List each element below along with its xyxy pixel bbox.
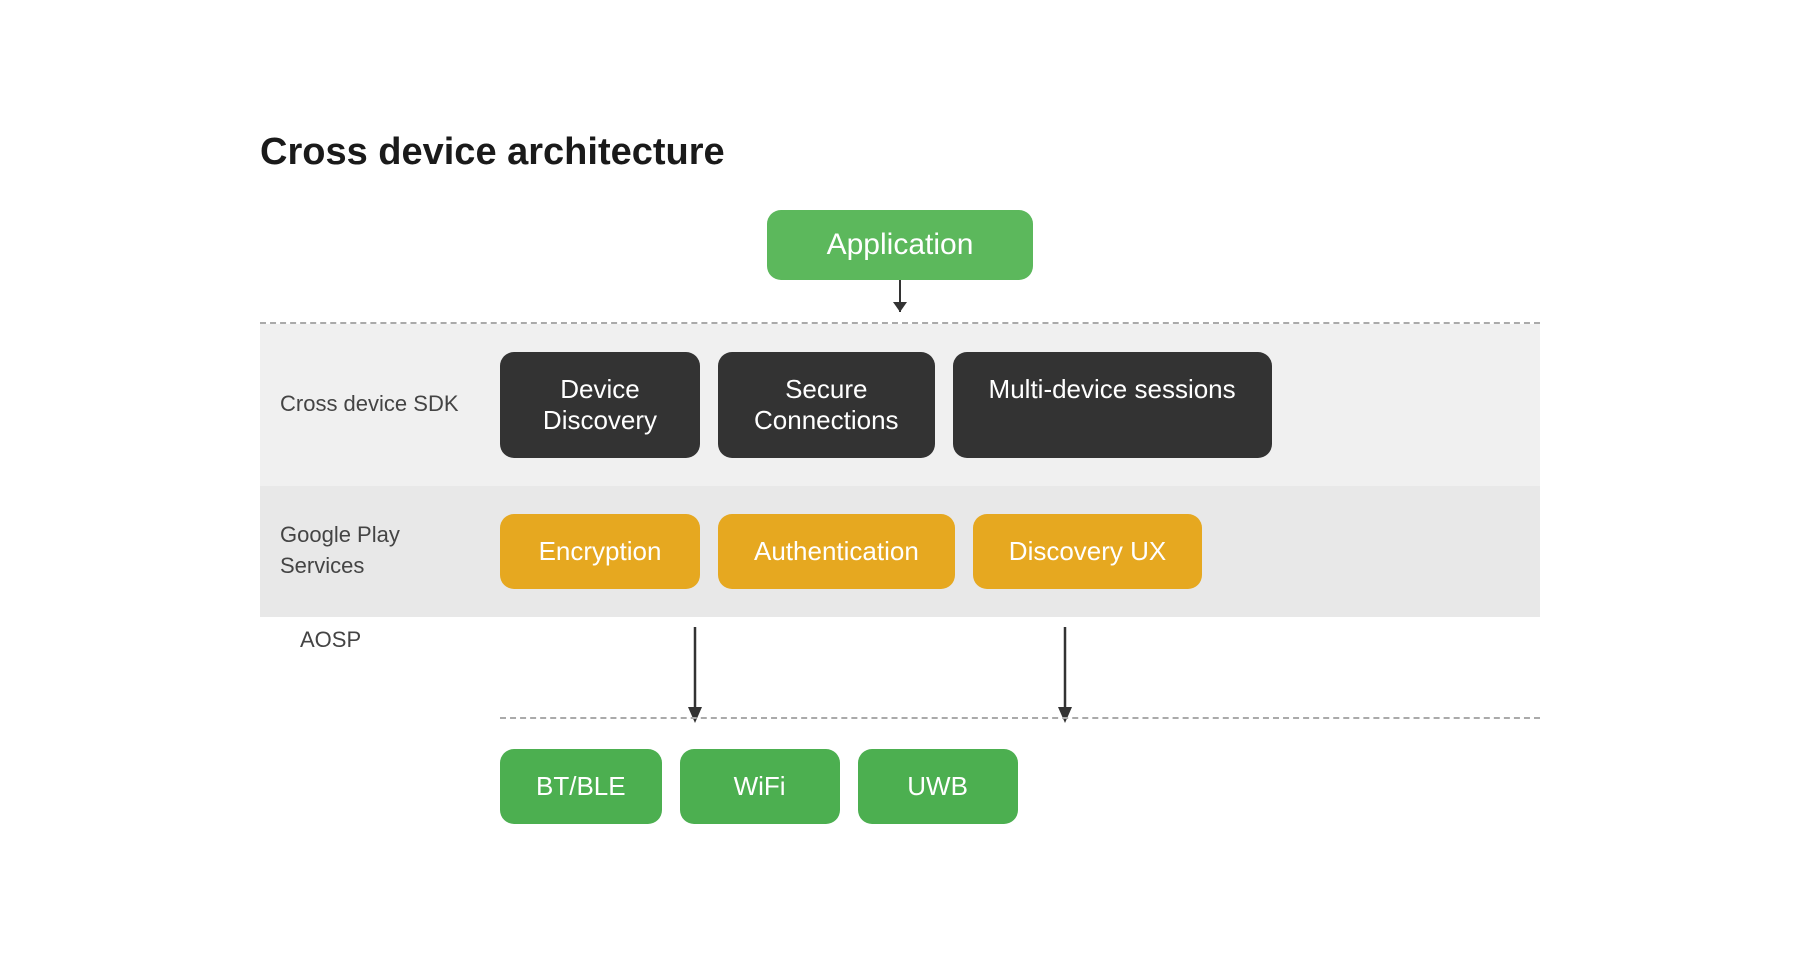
aosp-label-area: AOSP <box>260 627 480 653</box>
architecture-wrapper: Application Cross device SDK Device Disc… <box>260 210 1540 824</box>
app-to-sdk-arrow <box>899 280 901 312</box>
secure-connections-box: Secure Connections <box>718 352 935 458</box>
encryption-box: Encryption <box>500 514 700 589</box>
application-section: Application <box>767 210 1034 322</box>
aosp-section-label: AOSP <box>280 627 500 653</box>
bottom-dashed-line <box>500 717 1540 719</box>
sdk-section-label: Cross device SDK <box>260 389 480 420</box>
diagram-container: Cross device architecture Application Cr… <box>200 91 1600 864</box>
discovery-ux-box: Discovery UX <box>973 514 1202 589</box>
multi-device-sessions-box: Multi-device sessions <box>953 352 1272 458</box>
gps-section: Google Play Services Encryption Authenti… <box>260 486 1540 617</box>
aosp-boxes-container: BT/BLE WiFi UWB <box>500 749 1018 824</box>
aosp-section: AOSP BT/BLE WiFi UWB <box>260 617 1540 824</box>
application-box: Application <box>767 210 1034 280</box>
wifi-box: WiFi <box>680 749 840 824</box>
device-discovery-box: Device Discovery <box>500 352 700 458</box>
page-title: Cross device architecture <box>260 131 1540 174</box>
authentication-box: Authentication <box>718 514 955 589</box>
uwb-box: UWB <box>858 749 1018 824</box>
gps-section-label: Google Play Services <box>260 520 480 582</box>
bt-ble-box: BT/BLE <box>500 749 662 824</box>
sdk-section: Cross device SDK Device Discovery Secure… <box>260 324 1540 486</box>
sdk-boxes-container: Device Discovery Secure Connections Mult… <box>480 352 1540 458</box>
gps-boxes-container: Encryption Authentication Discovery UX <box>480 514 1540 589</box>
aosp-arrows-svg <box>500 627 1300 727</box>
aosp-content: BT/BLE WiFi UWB <box>480 627 1540 824</box>
